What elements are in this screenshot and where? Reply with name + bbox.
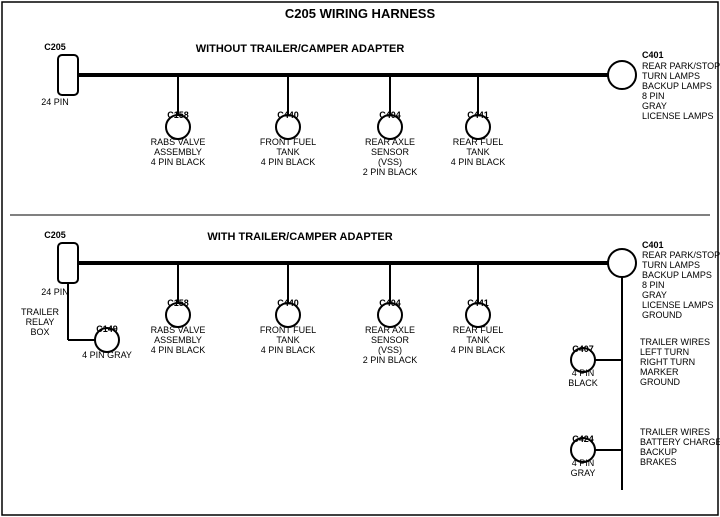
section1-c404-desc1: REAR AXLE — [365, 137, 415, 147]
section2-gray-label: GRAY — [642, 290, 667, 300]
section1-c441-desc1: REAR FUEL — [453, 137, 504, 147]
section2-label: WITH TRAILER/CAMPER ADAPTER — [207, 231, 392, 243]
section2-c424-desc4: BRAKES — [640, 457, 677, 467]
section2-c407-id: C407 — [572, 344, 594, 354]
section1-c404-desc2: SENSOR — [371, 147, 410, 157]
section1-gray-label: GRAY — [642, 101, 667, 111]
section1-c440-id: C440 — [277, 110, 299, 120]
section2-c424-pins2: GRAY — [571, 468, 596, 478]
section2-right-desc1: REAR PARK/STOP — [642, 250, 720, 260]
section1-c440-desc3: 4 PIN BLACK — [261, 157, 316, 167]
section2-c407-pins2: BLACK — [568, 378, 598, 388]
section1-label: WITHOUT TRAILER/CAMPER ADAPTER — [196, 43, 405, 55]
section1-right-desc2: TURN LAMPS — [642, 71, 700, 81]
section2-c404-desc2: SENSOR — [371, 335, 410, 345]
section2-relay-label1: TRAILER — [21, 307, 60, 317]
section1-c401-label: C401 — [642, 50, 664, 60]
section1-c158-desc2: ASSEMBLY — [154, 147, 202, 157]
section1-c205-label: C205 — [44, 42, 66, 52]
section1-c440-desc1: FRONT FUEL — [260, 137, 316, 147]
section2-c424-desc2: BATTERY CHARGE — [640, 437, 720, 447]
section2-left-connector — [58, 243, 78, 283]
section1-c404-id: C404 — [379, 110, 401, 120]
section2-c407-desc3: RIGHT TURN — [640, 357, 695, 367]
section1-left-connector — [58, 55, 78, 95]
main-title: C205 WIRING HARNESS — [285, 6, 436, 21]
section2-c440-id: C440 — [277, 298, 299, 308]
section2-right-desc2: TURN LAMPS — [642, 260, 700, 270]
diagram-container: C205 WIRING HARNESS WITHOUT TRAILER/CAMP… — [0, 0, 720, 517]
section2-c401-label: C401 — [642, 240, 664, 250]
section2-c158-desc1: RABS VALVE — [151, 325, 206, 335]
section2-c441-desc2: TANK — [466, 335, 489, 345]
section1-c158-desc3: 4 PIN BLACK — [151, 157, 206, 167]
section2-c407-pins1: 4 PIN — [572, 368, 595, 378]
section1-c441-desc3: 4 PIN BLACK — [451, 157, 506, 167]
section1-right-connector — [608, 61, 636, 89]
section1-right-desc3: BACKUP LAMPS — [642, 81, 712, 91]
section2-c441-desc1: REAR FUEL — [453, 325, 504, 335]
section2-c404-desc3: (VSS) — [378, 345, 402, 355]
section2-c424-desc3: BACKUP — [640, 447, 677, 457]
section1-c441-desc2: TANK — [466, 147, 489, 157]
section2-c404-id: C404 — [379, 298, 401, 308]
section1-c404-desc4: 2 PIN BLACK — [363, 167, 418, 177]
section2-c424-desc1: TRAILER WIRES — [640, 427, 710, 437]
section1-c440-desc2: TANK — [276, 147, 299, 157]
section2-c424-pins1: 4 PIN — [572, 458, 595, 468]
section2-c440-desc3: 4 PIN BLACK — [261, 345, 316, 355]
section2-c441-desc3: 4 PIN BLACK — [451, 345, 506, 355]
section1-license-label: LICENSE LAMPS — [642, 111, 714, 121]
section1-c441-id: C441 — [467, 110, 489, 120]
section2-c205-label: C205 — [44, 230, 66, 240]
section2-c441-id: C441 — [467, 298, 489, 308]
section2-c149-id: C149 — [96, 324, 118, 334]
section2-relay-label2: RELAY — [26, 317, 55, 327]
section2-c424-id: C424 — [572, 434, 594, 444]
section2-right-desc3: BACKUP LAMPS — [642, 270, 712, 280]
section2-c158-id: C158 — [167, 298, 189, 308]
section2-c158-desc3: 4 PIN BLACK — [151, 345, 206, 355]
section1-24pin-label: 24 PIN — [41, 97, 69, 107]
section2-8pin-label: 8 PIN — [642, 280, 665, 290]
section2-c407-desc5: GROUND — [640, 377, 680, 387]
section2-license-label: LICENSE LAMPS — [642, 300, 714, 310]
section2-24pin-label: 24 PIN — [41, 287, 69, 297]
section2-c404-desc1: REAR AXLE — [365, 325, 415, 335]
section2-c440-desc2: TANK — [276, 335, 299, 345]
section1-right-desc1: REAR PARK/STOP — [642, 61, 720, 71]
section2-c407-desc4: MARKER — [640, 367, 679, 377]
section2-c404-desc4: 2 PIN BLACK — [363, 355, 418, 365]
section2-right-connector — [608, 249, 636, 277]
section2-relay-label3: BOX — [30, 327, 49, 337]
section2-ground-label: GROUND — [642, 310, 682, 320]
section2-c158-desc2: ASSEMBLY — [154, 335, 202, 345]
section1-c158-desc1: RABS VALVE — [151, 137, 206, 147]
section2-c407-desc1: TRAILER WIRES — [640, 337, 710, 347]
section2-c440-desc1: FRONT FUEL — [260, 325, 316, 335]
section1-c158-id: C158 — [167, 110, 189, 120]
section2-c149-pins: 4 PIN GRAY — [82, 350, 132, 360]
section1-c404-desc3: (VSS) — [378, 157, 402, 167]
wiring-diagram-svg: C205 WIRING HARNESS WITHOUT TRAILER/CAMP… — [0, 0, 720, 517]
section2-c407-desc2: LEFT TURN — [640, 347, 689, 357]
section1-8pin-label: 8 PIN — [642, 91, 665, 101]
